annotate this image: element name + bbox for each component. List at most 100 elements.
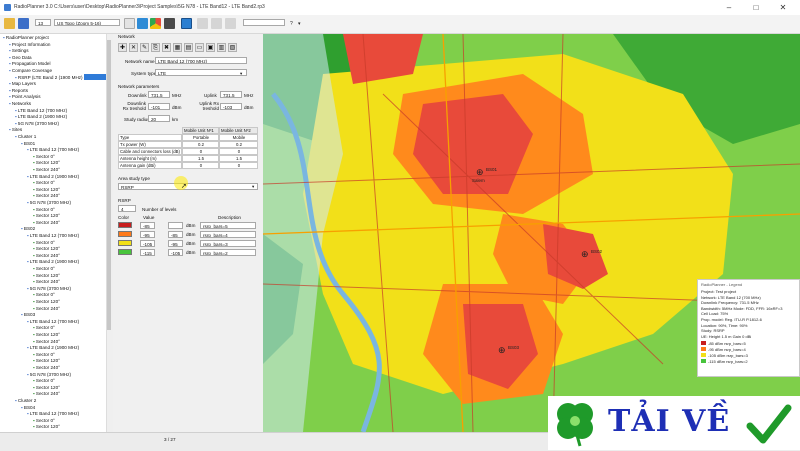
rsrp-color-swatch[interactable] <box>118 249 132 255</box>
layer-icon[interactable] <box>124 18 135 29</box>
close-button[interactable]: ✕ <box>771 1 795 14</box>
rsrp-color-swatch[interactable] <box>118 231 132 237</box>
tree-item[interactable]: ▪ Sector 120° <box>33 424 60 430</box>
rsrp-description-field[interactable]: rsrp_bars=5 <box>200 222 256 229</box>
rsrp-color-swatch[interactable] <box>118 222 132 228</box>
save-network-icon[interactable]: ▣ <box>206 43 215 52</box>
tree-item[interactable]: ▪ Sector 120° <box>33 299 60 305</box>
tree-item[interactable]: ▪ Sector 240° <box>33 339 60 345</box>
tree-item[interactable]: ▪ LTE Band 12 (700 MHz) <box>27 147 79 153</box>
area-study-select[interactable]: RSRP <box>118 183 258 190</box>
chevron-down-icon[interactable]: ▾ <box>252 184 254 190</box>
tree-item[interactable]: ▪ Sector 0° <box>33 378 55 384</box>
tree-item[interactable]: ▪ Sector 120° <box>33 332 60 338</box>
site-icon[interactable]: ⊕ <box>581 249 589 260</box>
table-cell[interactable]: 0 <box>182 162 219 169</box>
open-icon[interactable]: ▤ <box>184 43 193 52</box>
site-icon[interactable]: ⊕ <box>476 167 484 178</box>
measure-icon[interactable] <box>211 18 222 29</box>
rsrp-description-field[interactable]: rsrp_bars=4 <box>200 231 256 238</box>
copy-icon[interactable]: ⎘ <box>151 43 160 52</box>
tree-item[interactable]: ▪ LTE Band 12 (700 MHz) <box>27 411 79 417</box>
tree-item[interactable]: ▪ Sector 240° <box>33 220 60 226</box>
grid-settings-icon[interactable]: ▦ <box>173 43 182 52</box>
tree-item[interactable]: ▪ Sector 240° <box>33 279 60 285</box>
tree-item[interactable]: ▪ Sector 120° <box>33 358 60 364</box>
tree-item[interactable]: ▪ Propagation Model <box>9 61 50 67</box>
tree-item[interactable]: ▪ Sector 240° <box>33 193 60 199</box>
tree-item[interactable]: ▪ LTE Band 2 (1900 MHz) <box>27 174 79 180</box>
tree-item[interactable]: ▪ RSRP (LTE Band 2 (1900 MHz) <box>15 75 83 81</box>
tree-item[interactable]: ▪ Sector 0° <box>33 240 55 246</box>
tree-item[interactable]: ▪ Settings <box>9 48 29 54</box>
open-folder-icon[interactable] <box>4 18 15 29</box>
help-icon[interactable]: ? <box>290 18 293 30</box>
tree-item[interactable]: ▪ Sector 120° <box>33 273 60 279</box>
folder-icon[interactable]: ▭ <box>195 43 204 52</box>
table-cell[interactable]: 0.2 <box>219 141 258 148</box>
table-cell[interactable]: 0 <box>182 148 219 155</box>
layer-number-field[interactable]: 13 <box>35 19 51 26</box>
rsrp-to-field[interactable] <box>168 222 183 229</box>
tree-item[interactable]: ▪ Sector 240° <box>33 391 60 397</box>
rsrp-description-field[interactable]: rsrp_bars=3 <box>200 240 256 247</box>
levels-count-field[interactable]: 4 <box>118 205 136 212</box>
layers-icon[interactable] <box>197 18 208 29</box>
tree-item[interactable]: ▪ Sector 240° <box>33 306 60 312</box>
tree-item[interactable]: ▪ Networks <box>9 101 31 107</box>
save-icon[interactable] <box>18 18 29 29</box>
tree-item[interactable]: ▪ BS04 <box>21 405 35 411</box>
chrome-icon[interactable] <box>150 18 161 29</box>
rsrp-to-field[interactable]: -95 <box>168 240 183 247</box>
study-radius-field[interactable]: 20 <box>148 115 170 122</box>
tree-item[interactable]: ▪ Sector 0° <box>33 352 55 358</box>
table-cell[interactable]: 0 <box>219 162 258 169</box>
table-cell[interactable]: 1.5 <box>182 155 219 162</box>
dl-rx-field[interactable]: -101 <box>148 103 170 110</box>
tree-item[interactable]: ▪ BS01 <box>21 141 35 147</box>
rsrp-from-field[interactable]: -95 <box>140 231 155 238</box>
basemap-select[interactable]: US Topo (Zoom 5-16) <box>54 19 120 26</box>
maximize-button[interactable]: □ <box>744 1 768 14</box>
tree-item[interactable]: ▪ BS03 <box>21 312 35 318</box>
tree-item[interactable]: ▪ Sector 0° <box>33 266 55 272</box>
table-view-icon[interactable] <box>181 18 192 29</box>
tree-item[interactable]: ▪ Geo Data <box>9 55 32 61</box>
network-name-field[interactable]: LTE Band 12 (700 MHz) <box>155 57 247 64</box>
table-cell[interactable]: 1.5 <box>219 155 258 162</box>
tree-item[interactable]: ▪ Project Information <box>9 42 50 48</box>
tree-item[interactable]: ▪ LTE Band 2 (1900 MHz) <box>27 345 79 351</box>
tree-item[interactable]: ▪ LTE Band 12 (700 MHz) <box>27 319 79 325</box>
tree-item[interactable]: ▪ Sector 0° <box>33 180 55 186</box>
tree-item[interactable]: ▪ Sector 240° <box>33 167 60 173</box>
tree-item[interactable]: ▪ 5G N78 (3700 MHz) <box>27 372 71 378</box>
chart-icon[interactable]: ▥ <box>217 43 226 52</box>
tree-item[interactable]: ▪ 5G N78 (3700 MHz) <box>27 286 71 292</box>
tree-item[interactable]: ▪ Sector 0° <box>33 154 55 160</box>
rsrp-from-field[interactable]: -85 <box>140 222 155 229</box>
export-icon[interactable]: ▧ <box>228 43 237 52</box>
rsrp-to-field[interactable]: -85 <box>168 231 183 238</box>
tree-item[interactable]: ▪ Map Layers <box>9 81 36 87</box>
tree-scrollbar-thumb[interactable] <box>107 40 111 330</box>
tree-item[interactable]: ▪ Sector 120° <box>33 160 60 166</box>
chevron-down-icon[interactable]: ▾ <box>240 71 242 77</box>
downlink-field[interactable]: 731.5 <box>148 91 170 98</box>
tree-item[interactable]: ▪ Sector 240° <box>33 253 60 259</box>
tree-item[interactable]: ▪ BS02 <box>21 226 35 232</box>
uplink-field[interactable]: 731.5 <box>220 91 242 98</box>
tree-item[interactable]: ▪ Sector 240° <box>33 365 60 371</box>
site-icon[interactable]: ⊕ <box>498 345 506 356</box>
tree-item[interactable]: ▪ 5G N78 (3700 MHz) <box>15 121 59 127</box>
tree-item[interactable]: ▪ LTE Band 12 (700 MHz) <box>15 108 67 114</box>
tree-item[interactable]: ▪ Sector 120° <box>33 187 60 193</box>
search-input[interactable] <box>243 19 285 26</box>
rsrp-color-swatch[interactable] <box>118 240 132 246</box>
edit-icon[interactable]: ✎ <box>140 43 149 52</box>
ul-rx-field[interactable]: -103 <box>220 103 242 110</box>
minimize-button[interactable]: – <box>717 1 741 14</box>
tree-item[interactable]: ▪ Sector 0° <box>33 418 55 424</box>
add-icon[interactable]: ✚ <box>118 43 127 52</box>
tree-item[interactable]: ▪ 5G N78 (3700 MHz) <box>27 200 71 206</box>
tree-item[interactable]: ▪ Compare Coverage <box>9 68 52 74</box>
